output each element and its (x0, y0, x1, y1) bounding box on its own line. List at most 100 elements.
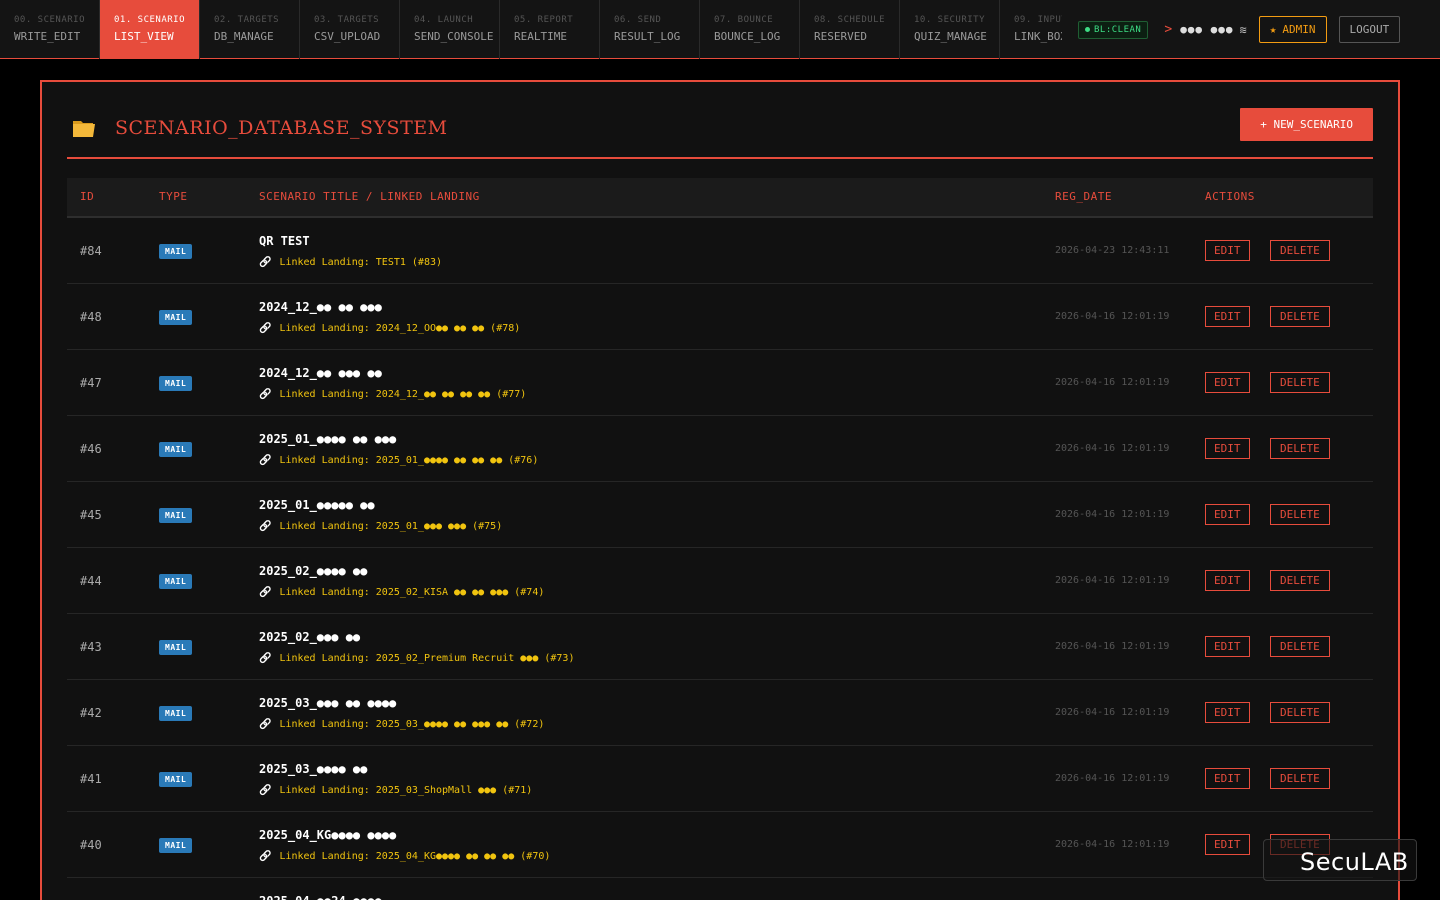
type-badge: MAIL (159, 772, 193, 787)
linked-landing-text: Linked Landing: 2025_01_●●●● ●● ●● ●● (#… (279, 455, 539, 466)
link-icon: 🔗 (259, 587, 272, 598)
scenario-id: #41 (80, 772, 102, 786)
linked-landing: 🔗 Linked Landing: 2025_04_KG●●●● ●● ●● ●●… (259, 851, 550, 862)
nav-tab-5[interactable]: 05. REPORT REALTIME (500, 0, 600, 59)
linked-landing-text: Linked Landing: 2025_02_Premium Recruit … (279, 653, 575, 664)
nav-tab-label: QUIZ_MANAGE (914, 30, 987, 43)
reg-date: 2026-04-16 12:01:19 (1055, 311, 1170, 322)
status-badge: BL:CLEAN (1078, 20, 1149, 39)
nav-tab-3[interactable]: 03. TARGETS CSV_UPLOAD (300, 0, 400, 59)
delete-button[interactable]: DELETE (1270, 438, 1330, 459)
type-badge: MAIL (159, 508, 193, 523)
link-icon: 🔗 (259, 653, 272, 664)
edit-button[interactable]: EDIT (1205, 768, 1250, 789)
reg-date: 2026-04-16 12:01:19 (1055, 839, 1170, 850)
link-icon: 🔗 (259, 455, 272, 466)
edit-button[interactable]: EDIT (1205, 306, 1250, 327)
edit-button[interactable]: EDIT (1205, 438, 1250, 459)
table-row: #41 MAIL 2025_03_●●●● ●● 🔗 Linked Landing: 2… (67, 746, 1373, 812)
top-nav: 00. SCENARIO WRITE_EDIT 01. SCENARIO LIST_V… (0, 0, 1440, 59)
type-badge: MAIL (159, 574, 193, 589)
edit-button[interactable]: EDIT (1205, 834, 1250, 855)
nav-tab-4[interactable]: 04. LAUNCH SEND_CONSOLE (400, 0, 500, 59)
link-icon: 🔗 (259, 521, 272, 532)
edit-button[interactable]: EDIT (1205, 702, 1250, 723)
edit-button[interactable]: EDIT (1205, 504, 1250, 525)
nav-tabs: 00. SCENARIO WRITE_EDIT 01. SCENARIO LIST_V… (0, 0, 1062, 59)
page-title: SCENARIO_DATABASE_SYSTEM (115, 117, 448, 139)
watermark-text: SecuLAB (1300, 848, 1409, 876)
nav-tab-6[interactable]: 06. SEND RESULT_LOG (600, 0, 700, 59)
nav-tab-2[interactable]: 02. TARGETS DB_MANAGE (200, 0, 300, 59)
column-date: REG_DATE (1055, 190, 1112, 203)
user-name: ●●● ●●● (1180, 23, 1234, 36)
nav-tab-7[interactable]: 07. BOUNCE BOUNCE_LOG (700, 0, 800, 59)
new-scenario-button[interactable]: + NEW_SCENARIO (1240, 108, 1373, 141)
link-icon: 🔗 (259, 323, 272, 334)
nav-tab-number: 01. SCENARIO (114, 15, 186, 25)
delete-button[interactable]: DELETE (1270, 768, 1330, 789)
nav-tab-0[interactable]: 00. SCENARIO WRITE_EDIT (0, 0, 100, 59)
type-badge: MAIL (159, 706, 193, 721)
reg-date: 2026-04-23 12:43:11 (1055, 245, 1170, 256)
scenario-id: #42 (80, 706, 102, 720)
nav-tab-1[interactable]: 01. SCENARIO LIST_VIEW (100, 0, 200, 59)
nav-tab-number: 04. LAUNCH (414, 15, 474, 25)
scenario-id: #48 (80, 310, 102, 324)
folder-icon (73, 121, 95, 137)
delete-button[interactable]: DELETE (1270, 636, 1330, 657)
scenario-id: #43 (80, 640, 102, 654)
delete-button[interactable]: DELETE (1270, 240, 1330, 261)
scenario-table: ID TYPE SCENARIO TITLE / LINKED LANDING … (67, 178, 1373, 900)
scenario-title: 2025_02_●●● ●● (259, 630, 361, 644)
scenario-id: #84 (80, 244, 102, 258)
table-row: 2025_04_●●24_●●●● (67, 878, 1373, 900)
delete-button[interactable]: DELETE (1270, 702, 1330, 723)
admin-label: ADMIN (1282, 23, 1316, 36)
nav-tab-label: DB_MANAGE (214, 30, 274, 43)
delete-button[interactable]: DELETE (1270, 570, 1330, 591)
linked-landing: 🔗 Linked Landing: 2024_12_●● ●● ●● ●● (#7… (259, 389, 526, 400)
reg-date: 2026-04-16 12:01:19 (1055, 575, 1170, 586)
nav-tab-number: 10. SECURITY (914, 15, 986, 25)
nav-tab-10[interactable]: 09. INPUT LINK_BOX (1000, 0, 1062, 59)
admin-button[interactable]: ★ ADMIN (1258, 16, 1327, 43)
nav-tab-8[interactable]: 08. SCHEDULE RESERVED (800, 0, 900, 59)
link-icon: 🔗 (259, 257, 272, 268)
edit-button[interactable]: EDIT (1205, 240, 1250, 261)
scenario-title: 2025_01_●●●● ●● ●●● (259, 432, 397, 446)
link-icon: 🔗 (259, 785, 272, 796)
scenario-title: 2025_03_●●●● ●● (259, 762, 368, 776)
table-row: #45 MAIL 2025_01_●●●●● ●● 🔗 Linked Landing: … (67, 482, 1373, 548)
linked-landing: 🔗 Linked Landing: 2025_01_●●●● ●● ●● ●● (… (259, 455, 538, 466)
nav-tab-label: CSV_UPLOAD (314, 30, 381, 43)
linked-landing: 🔗 Linked Landing: TEST1 (#83) (259, 257, 442, 268)
delete-button[interactable]: DELETE (1270, 504, 1330, 525)
linked-landing: 🔗 Linked Landing: 2025_03_ShopMall ●●● (#… (259, 785, 532, 796)
scenario-id: #46 (80, 442, 102, 456)
reg-date: 2026-04-16 12:01:19 (1055, 509, 1170, 520)
delete-button[interactable]: DELETE (1270, 372, 1330, 393)
reg-date: 2026-04-16 12:01:19 (1055, 377, 1170, 388)
scenario-id: #40 (80, 838, 102, 852)
table-row: #48 MAIL 2024_12_●● ●● ●●● 🔗 Linked Landing:… (67, 284, 1373, 350)
linked-landing: 🔗 Linked Landing: 2024_12_OO●● ●● ●● (#78… (259, 323, 520, 334)
type-badge: MAIL (159, 376, 193, 391)
linked-landing-text: Linked Landing: 2025_02_KISA ●● ●● ●●● (… (279, 587, 545, 598)
edit-button[interactable]: EDIT (1205, 570, 1250, 591)
scenario-id: #44 (80, 574, 102, 588)
delete-button[interactable]: DELETE (1270, 306, 1330, 327)
logout-button[interactable]: LOGOUT (1338, 16, 1401, 43)
menu-icon[interactable]: ≋ (1240, 23, 1247, 37)
prompt-icon: > (1164, 22, 1173, 37)
reg-date: 2026-04-16 12:01:19 (1055, 641, 1170, 652)
scenario-id: #45 (80, 508, 102, 522)
edit-button[interactable]: EDIT (1205, 372, 1250, 393)
nav-tab-number: 05. REPORT (514, 15, 574, 25)
panel-header: SCENARIO_DATABASE_SYSTEM + NEW_SCENARIO (67, 107, 1373, 159)
link-icon: 🔗 (259, 719, 272, 730)
edit-button[interactable]: EDIT (1205, 636, 1250, 657)
table-row: #46 MAIL 2025_01_●●●● ●● ●●● 🔗 Linked Landin… (67, 416, 1373, 482)
column-id: ID (80, 190, 95, 203)
nav-tab-9[interactable]: 10. SECURITY QUIZ_MANAGE (900, 0, 1000, 59)
